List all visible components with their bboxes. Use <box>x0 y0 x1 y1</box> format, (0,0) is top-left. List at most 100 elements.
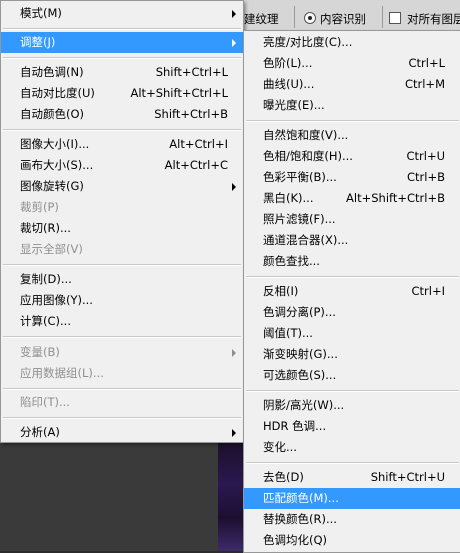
menu-item-calculations[interactable]: 计算(C)... <box>1 311 243 332</box>
menu-item-invert[interactable]: 反相(I) Ctrl+I <box>244 281 460 302</box>
menu-item-auto-tone[interactable]: 自动色调(N) Shift+Ctrl+L <box>1 62 243 83</box>
menu-item-label: 复制(D)... <box>20 272 72 286</box>
menu-item-brightness-contrast[interactable]: 亮度/对比度(C)... <box>244 32 460 53</box>
sample-all-layers-checkbox[interactable] <box>389 12 401 24</box>
submenu-arrow-icon <box>232 10 236 18</box>
menu-separator <box>3 388 241 390</box>
menu-item-label: 阈值(T)... <box>263 326 313 340</box>
canvas-image-fragment <box>218 440 244 551</box>
menu-item-vibrance[interactable]: 自然饱和度(V)... <box>244 125 460 146</box>
menu-item-threshold[interactable]: 阈值(T)... <box>244 323 460 344</box>
menu-item-label: 亮度/对比度(C)... <box>263 35 353 49</box>
menu-item-auto-color[interactable]: 自动颜色(O) Shift+Ctrl+B <box>1 104 243 125</box>
menu-item-duplicate[interactable]: 复制(D)... <box>1 269 243 290</box>
menu-item-shortcut: Ctrl+I <box>411 284 446 298</box>
menu-item-label: 自动对比度(U) <box>20 86 95 100</box>
menu-item-auto-contrast[interactable]: 自动对比度(U) Alt+Shift+Ctrl+L <box>1 83 243 104</box>
submenu-arrow-icon <box>232 349 236 357</box>
menu-item-label: 自动色调(N) <box>20 65 84 79</box>
menu-item-trap: 陷印(T)... <box>1 392 243 413</box>
menu-item-label: 匹配颜色(M)... <box>263 491 339 505</box>
menu-item-curves[interactable]: 曲线(U)... Ctrl+M <box>244 74 460 95</box>
menu-item-photo-filter[interactable]: 照片滤镜(F)... <box>244 209 460 230</box>
menu-item-trim[interactable]: 裁切(R)... <box>1 218 243 239</box>
menu-item-label: 自然饱和度(V)... <box>263 128 349 142</box>
submenu-arrow-icon <box>232 429 236 437</box>
menu-item-desaturate[interactable]: 去色(D) Shift+Ctrl+U <box>244 467 460 488</box>
menu-separator <box>246 276 459 278</box>
menu-item-shortcut: Shift+Ctrl+L <box>155 65 228 79</box>
menu-item-exposure[interactable]: 曝光度(E)... <box>244 95 460 116</box>
menu-item-label: 裁剪(P) <box>20 200 59 214</box>
menu-item-label: 应用数据组(L)... <box>20 366 104 380</box>
menu-item-label: 模式(M) <box>20 6 62 20</box>
menu-item-label: HDR 色调... <box>263 419 327 433</box>
menu-item-label: 通道混合器(X)... <box>263 233 349 247</box>
menu-item-label: 计算(C)... <box>20 314 71 328</box>
menu-item-adjustments[interactable]: 调整(J) <box>1 32 243 53</box>
menu-item-label: 可选颜色(S)... <box>263 368 337 382</box>
menu-item-shortcut: Alt+Shift+Ctrl+B <box>346 191 445 205</box>
menu-item-image-size[interactable]: 图像大小(I)... Alt+Ctrl+I <box>1 134 243 155</box>
content-aware-radio[interactable] <box>304 12 316 24</box>
menu-separator <box>3 417 241 419</box>
menu-item-shortcut: Ctrl+B <box>407 170 445 184</box>
menu-item-hdr-toning[interactable]: HDR 色调... <box>244 416 460 437</box>
menu-item-label: 阴影/高光(W)... <box>263 398 345 412</box>
menu-item-label: 照片滤镜(F)... <box>263 212 336 226</box>
menu-item-label: 去色(D) <box>263 470 304 484</box>
menu-item-label: 色相/饱和度(H)... <box>263 149 353 163</box>
menu-item-variations[interactable]: 变化... <box>244 437 460 458</box>
content-aware-label: 内容识别 <box>320 12 366 26</box>
menu-item-label: 应用图像(Y)... <box>20 293 93 307</box>
menu-item-hue-saturation[interactable]: 色相/饱和度(H)... Ctrl+U <box>244 146 460 167</box>
menu-item-label: 画布大小(S)... <box>20 158 94 172</box>
menu-item-label: 渐变映射(G)... <box>263 347 338 361</box>
sample-all-layers-label: 对所有图层 <box>407 12 460 26</box>
menu-item-label: 自动颜色(O) <box>20 107 85 121</box>
menu-item-gradient-map[interactable]: 渐变映射(G)... <box>244 344 460 365</box>
menu-item-posterize[interactable]: 色调分离(P)... <box>244 302 460 323</box>
menu-item-label: 分析(A) <box>20 425 60 439</box>
menu-item-label: 变化... <box>263 440 297 454</box>
menu-separator <box>3 28 241 30</box>
options-divider <box>382 6 383 28</box>
menu-item-label: 图像旋转(G) <box>20 179 84 193</box>
menu-item-replace-color[interactable]: 替换颜色(R)... <box>244 509 460 530</box>
partial-option-label: 建纹理 <box>244 12 279 26</box>
menu-item-label: 色彩平衡(B)... <box>263 170 337 184</box>
menu-item-equalize[interactable]: 色调均化(Q) <box>244 530 460 551</box>
menu-item-color-balance[interactable]: 色彩平衡(B)... Ctrl+B <box>244 167 460 188</box>
menu-item-label: 曲线(U)... <box>263 77 315 91</box>
menu-item-label: 陷印(T)... <box>20 395 70 409</box>
menu-item-mode[interactable]: 模式(M) <box>1 3 243 24</box>
menu-item-image-rotation[interactable]: 图像旋转(G) <box>1 176 243 197</box>
menu-item-label: 调整(J) <box>20 35 56 49</box>
menu-separator <box>246 390 459 392</box>
menu-item-label: 图像大小(I)... <box>20 137 90 151</box>
menu-item-shortcut: Alt+Ctrl+I <box>169 137 228 151</box>
menu-item-match-color[interactable]: 匹配颜色(M)... <box>244 488 460 509</box>
menu-item-label: 曝光度(E)... <box>263 98 325 112</box>
menu-item-shortcut: Ctrl+L <box>408 56 445 70</box>
menu-item-label: 色调均化(Q) <box>263 533 328 547</box>
menu-item-apply-image[interactable]: 应用图像(Y)... <box>1 290 243 311</box>
menu-item-selective-color[interactable]: 可选颜色(S)... <box>244 365 460 386</box>
menu-item-black-white[interactable]: 黑白(K)... Alt+Shift+Ctrl+B <box>244 188 460 209</box>
menu-item-analysis[interactable]: 分析(A) <box>1 422 243 443</box>
menu-separator <box>3 57 241 59</box>
menu-item-shadows-highlights[interactable]: 阴影/高光(W)... <box>244 395 460 416</box>
menu-item-canvas-size[interactable]: 画布大小(S)... Alt+Ctrl+C <box>1 155 243 176</box>
menu-item-reveal-all: 显示全部(V) <box>1 239 243 260</box>
menu-separator <box>3 264 241 266</box>
menu-item-channel-mixer[interactable]: 通道混合器(X)... <box>244 230 460 251</box>
menu-item-shortcut: Shift+Ctrl+B <box>154 107 228 121</box>
menu-separator <box>246 120 459 122</box>
menu-item-color-lookup[interactable]: 颜色查找... <box>244 251 460 272</box>
menu-item-levels[interactable]: 色阶(L)... Ctrl+L <box>244 53 460 74</box>
menu-separator <box>3 129 241 131</box>
menu-item-variables: 变量(B) <box>1 342 243 363</box>
menu-item-shortcut: Alt+Ctrl+C <box>164 158 228 172</box>
menu-item-shortcut: Alt+Shift+Ctrl+L <box>130 86 229 100</box>
menu-item-label: 反相(I) <box>263 284 299 298</box>
